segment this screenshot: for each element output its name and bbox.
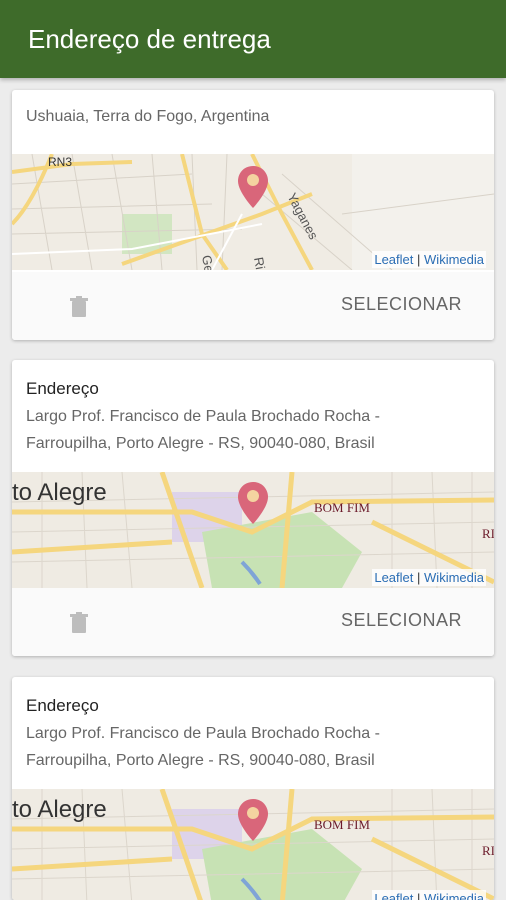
map-attribution: Leaflet | Wikimedia	[372, 890, 486, 900]
map-view[interactable]: RN3 Yaganes Ge Ri Leaflet | Wikimedia	[12, 154, 494, 270]
app-bar: Endereço de entrega	[0, 0, 506, 78]
leaflet-link[interactable]: Leaflet	[374, 570, 413, 585]
wikimedia-link[interactable]: Wikimedia	[424, 570, 484, 585]
leaflet-link[interactable]: Leaflet	[374, 252, 413, 267]
attribution-separator: |	[417, 570, 421, 585]
attribution-separator: |	[417, 252, 421, 267]
map-label: RI	[482, 526, 494, 541]
trash-icon[interactable]	[69, 612, 89, 634]
map-attribution: Leaflet | Wikimedia	[372, 569, 486, 586]
card-actions: SELECIONAR	[12, 272, 494, 340]
map-label: RN3	[48, 155, 72, 169]
address-name: Endereço	[26, 379, 99, 398]
map-label: BOM FIM	[314, 500, 370, 515]
address-text: Largo Prof. Francisco de Paula Brochado …	[26, 408, 380, 452]
location-pin-icon	[238, 482, 268, 524]
address-text: Ushuaia, Terra do Fogo, Argentina	[26, 108, 270, 125]
map-label: Ge	[199, 254, 217, 270]
address-name: Endereço	[26, 696, 99, 715]
map-label: Ri	[251, 256, 268, 270]
page-title: Endereço de entrega	[28, 24, 271, 54]
attribution-separator: |	[417, 891, 421, 900]
address-card: Endereço Largo Prof. Francisco de Paula …	[12, 360, 494, 656]
address-card: Ushuaia, Terra do Fogo, Argentina RN3 Ya…	[12, 90, 494, 340]
leaflet-link[interactable]: Leaflet	[374, 891, 413, 900]
wikimedia-link[interactable]: Wikimedia	[424, 891, 484, 900]
select-button[interactable]: SELECIONAR	[341, 294, 462, 315]
address-card: Endereço Largo Prof. Francisco de Paula …	[12, 677, 494, 900]
map-label: to Alegre	[12, 479, 107, 506]
location-pin-icon	[238, 166, 268, 208]
address-text: Largo Prof. Francisco de Paula Brochado …	[26, 725, 380, 769]
map-label: BOM FIM	[314, 817, 370, 832]
select-button[interactable]: SELECIONAR	[341, 610, 462, 631]
wikimedia-link[interactable]: Wikimedia	[424, 252, 484, 267]
location-pin-icon	[238, 799, 268, 841]
map-view[interactable]: to Alegre BOM FIM RI Leaflet | Wikimedia	[12, 789, 494, 900]
map-label: to Alegre	[12, 796, 107, 823]
map-view[interactable]: to Alegre BOM FIM RI Leaflet | Wikimedia	[12, 472, 494, 588]
card-actions: SELECIONAR	[12, 588, 494, 656]
map-attribution: Leaflet | Wikimedia	[372, 251, 486, 268]
map-label: RI	[482, 843, 494, 858]
trash-icon[interactable]	[69, 296, 89, 318]
